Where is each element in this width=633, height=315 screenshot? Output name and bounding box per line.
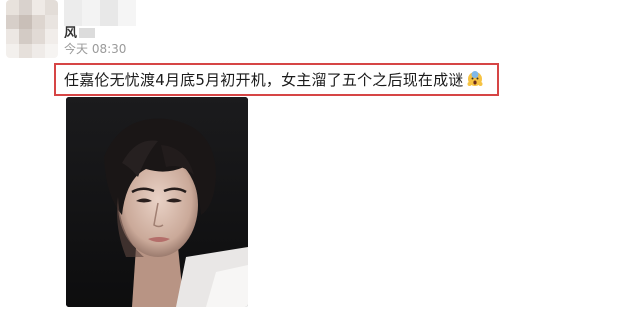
post-photo[interactable] bbox=[66, 97, 248, 307]
post-text-highlight: 任嘉伦无忧渡4月底5月初开机，女主溜了五个之后现在成谜 bbox=[54, 63, 499, 96]
scream-emoji-icon bbox=[466, 70, 484, 89]
portrait-photo bbox=[66, 97, 248, 307]
username-text: 风 bbox=[64, 26, 78, 38]
avatar[interactable] bbox=[6, 0, 58, 58]
post-timestamp: 今天 08:30 bbox=[64, 42, 127, 56]
post-message: 任嘉伦无忧渡4月底5月初开机，女主溜了五个之后现在成谜 bbox=[64, 71, 464, 89]
weibo-post: 风 今天 08:30 任嘉伦无忧渡4月底5月初开机，女主溜了五个之后现在成谜 bbox=[0, 0, 633, 315]
username-visible-fragment: 风 bbox=[64, 22, 124, 38]
